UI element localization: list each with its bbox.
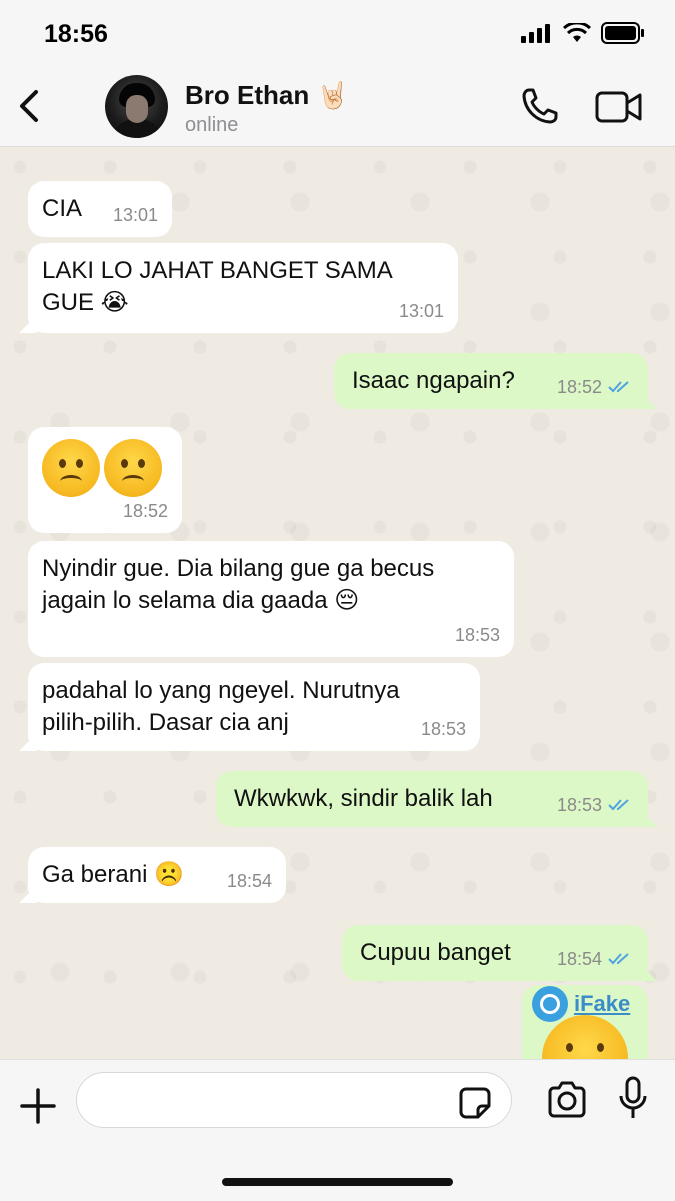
message-text: CIA bbox=[42, 195, 83, 222]
message-text: padahal lo yang ngeyel. Nurutnya pilih-p… bbox=[42, 677, 400, 736]
message-outgoing[interactable]: Isaac ngapain? 18:52 bbox=[334, 353, 657, 409]
battery-icon bbox=[601, 22, 644, 44]
home-indicator[interactable] bbox=[222, 1178, 453, 1186]
read-receipt-icon bbox=[608, 799, 629, 811]
message-meta: 18:53 bbox=[421, 713, 466, 745]
plus-icon bbox=[20, 1088, 56, 1124]
wifi-icon bbox=[563, 23, 591, 42]
message-time: 13:01 bbox=[112, 205, 158, 225]
attach-button[interactable] bbox=[18, 1086, 58, 1126]
message-meta: 18:54 bbox=[227, 865, 272, 897]
chat-messages[interactable]: CIA 13:01 LAKI LO JAHAT BANGET SAMA GUE … bbox=[0, 147, 675, 1059]
message-time: 18:53 bbox=[454, 625, 500, 645]
message-time: 13:01 bbox=[398, 301, 444, 321]
message-meta: 18:52 bbox=[557, 371, 634, 403]
message-text: Cupuu banget bbox=[360, 939, 511, 966]
video-camera-icon bbox=[595, 91, 642, 123]
contact-name[interactable]: Bro Ethan 🤘🏻 bbox=[185, 80, 349, 111]
message-composer bbox=[0, 1059, 675, 1201]
message-text: LAKI LO JAHAT BANGET SAMA GUE 😭 bbox=[42, 257, 392, 316]
message-text: Wkwkwk, sindir balik lah bbox=[234, 785, 493, 812]
chevron-left-icon bbox=[20, 90, 38, 122]
camera-button[interactable] bbox=[546, 1080, 588, 1120]
microphone-icon bbox=[619, 1076, 647, 1118]
message-incoming[interactable]: CIA 13:01 bbox=[28, 181, 172, 237]
cellular-signal-icon bbox=[521, 24, 550, 43]
message-outgoing[interactable]: Cupuu banget 18:54 bbox=[342, 925, 657, 981]
message-time: 18:52 bbox=[122, 501, 168, 521]
status-icons bbox=[521, 22, 645, 44]
chat-header: Bro Ethan 🤘🏻 online bbox=[0, 70, 675, 147]
message-time: 18:54 bbox=[556, 949, 602, 969]
message-meta: 18:53 bbox=[455, 619, 500, 651]
message-time: 18:53 bbox=[420, 719, 466, 739]
sticker-icon bbox=[459, 1087, 491, 1119]
back-button[interactable] bbox=[14, 86, 44, 126]
message-meta: 18:53 bbox=[557, 789, 634, 821]
ifake-logo-icon bbox=[532, 986, 568, 1022]
watermark-text: iFake bbox=[574, 991, 631, 1016]
message-time: 18:52 bbox=[556, 377, 602, 397]
message-input[interactable] bbox=[76, 1072, 512, 1128]
status-bar: 18:56 bbox=[0, 0, 675, 70]
message-text: Nyindir gue. Dia bilang gue ga becus jag… bbox=[42, 555, 435, 614]
message-time: 18:54 bbox=[226, 871, 272, 891]
message-incoming[interactable]: LAKI LO JAHAT BANGET SAMA GUE 😭 13:01 bbox=[19, 243, 458, 333]
message-outgoing[interactable]: Wkwkwk, sindir balik lah 18:53 bbox=[216, 771, 657, 827]
message-text: Ga berani ☹️ bbox=[42, 861, 184, 888]
frowning-face-emoji bbox=[104, 439, 162, 497]
status-time: 18:56 bbox=[44, 20, 108, 48]
contact-avatar[interactable] bbox=[105, 75, 168, 138]
video-call-button[interactable] bbox=[595, 90, 643, 124]
frowning-face-emoji bbox=[42, 439, 100, 497]
message-incoming[interactable]: Ga berani ☹️ 18:54 bbox=[19, 847, 286, 903]
message-incoming-emoji[interactable]: ☹️☹️ 18:52 bbox=[28, 427, 182, 533]
message-incoming[interactable]: Nyindir gue. Dia bilang gue ga becus jag… bbox=[28, 541, 514, 657]
message-meta: 13:01 bbox=[113, 199, 158, 231]
voice-call-button[interactable] bbox=[520, 86, 560, 126]
phone-icon bbox=[522, 88, 558, 124]
message-time: 18:53 bbox=[556, 795, 602, 815]
read-receipt-icon bbox=[608, 953, 629, 965]
camera-icon bbox=[548, 1081, 586, 1118]
microphone-button[interactable] bbox=[618, 1076, 648, 1122]
message-incoming[interactable]: padahal lo yang ngeyel. Nurutnya pilih-p… bbox=[19, 663, 480, 751]
sticker-button[interactable] bbox=[458, 1086, 492, 1120]
message-meta: 18:54 bbox=[557, 943, 634, 975]
message-meta: 13:01 bbox=[399, 295, 444, 327]
read-receipt-icon bbox=[608, 381, 629, 393]
message-text: Isaac ngapain? bbox=[352, 367, 515, 394]
ifake-watermark: iFake bbox=[532, 986, 630, 1022]
message-meta: 18:52 bbox=[123, 495, 168, 527]
contact-status: online bbox=[185, 114, 239, 136]
